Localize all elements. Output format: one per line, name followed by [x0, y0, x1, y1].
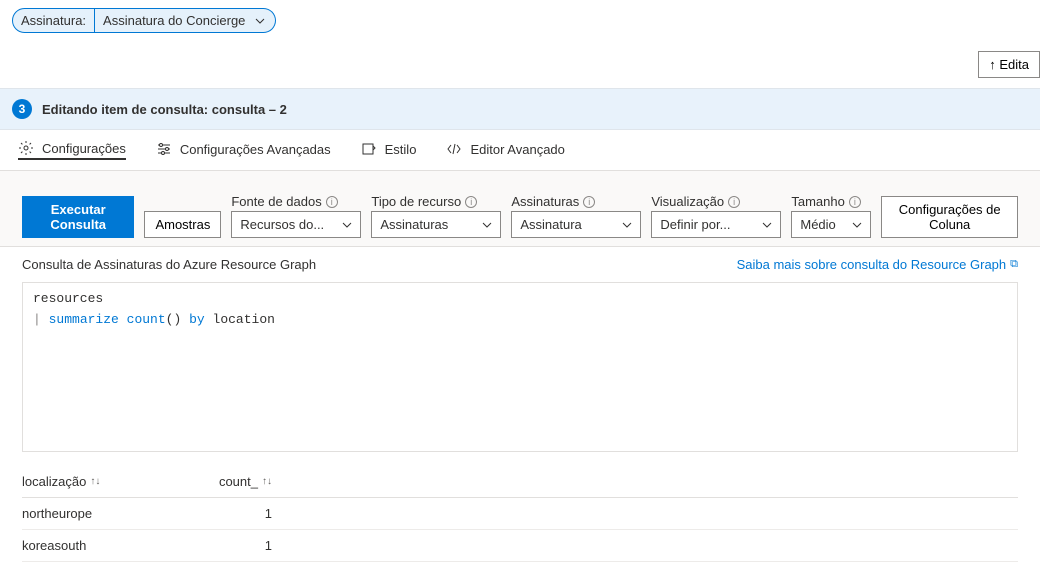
samples-button[interactable]: Amostras	[144, 211, 221, 238]
step-number-badge: 3	[12, 99, 32, 119]
query-description: Consulta de Assinaturas do Azure Resourc…	[22, 257, 316, 272]
cell-count: 1	[192, 538, 272, 553]
code-icon	[446, 141, 462, 157]
cell-location: northeurope	[22, 506, 192, 521]
visualization-label: Visualização i	[651, 194, 781, 209]
table-row[interactable]: northeurope 1	[22, 498, 1018, 530]
chevron-down-icon	[622, 222, 632, 228]
resource-type-value: Assinaturas	[380, 217, 448, 232]
size-select[interactable]: Médio	[791, 211, 871, 238]
subscription-label: Assinatura:	[12, 8, 95, 33]
tab-advanced-editor[interactable]: Editor Avançado	[446, 140, 564, 160]
chevron-down-icon	[342, 222, 352, 228]
datasource-label: Fonte de dados i	[231, 194, 361, 209]
subscriptions-label: Assinaturas i	[511, 194, 641, 209]
tab-settings-label: Configurações	[42, 141, 126, 156]
sort-icon: ↑↓	[262, 476, 272, 487]
info-icon: i	[849, 196, 861, 208]
chevron-down-icon	[255, 18, 265, 24]
edit-button[interactable]: ↑ Edita	[978, 51, 1040, 78]
subscriptions-value: Assinatura	[520, 217, 581, 232]
tab-style-label: Estilo	[385, 142, 417, 157]
column-settings-button[interactable]: Configurações de Coluna	[881, 196, 1018, 238]
run-query-button[interactable]: Executar Consulta	[22, 196, 134, 238]
info-icon: i	[465, 196, 477, 208]
visualization-select[interactable]: Definir por...	[651, 211, 781, 238]
datasource-select[interactable]: Recursos do...	[231, 211, 361, 238]
sliders-icon	[156, 141, 172, 157]
tab-settings[interactable]: Configurações	[18, 140, 126, 160]
datasource-value: Recursos do...	[240, 217, 324, 232]
info-icon: i	[583, 196, 595, 208]
subscription-select[interactable]: Assinatura do Concierge	[95, 8, 276, 33]
chevron-down-icon	[482, 222, 492, 228]
size-label: Tamanho i	[791, 194, 871, 209]
step-header: 3 Editando item de consulta: consulta – …	[0, 88, 1040, 130]
gear-icon	[18, 140, 34, 156]
size-value: Médio	[800, 217, 835, 232]
column-header-location[interactable]: localização ↑↓	[22, 474, 192, 489]
query-editor[interactable]: resources | summarize count() by locatio…	[22, 282, 1018, 452]
sort-icon: ↑↓	[90, 476, 100, 487]
subscriptions-select[interactable]: Assinatura	[511, 211, 641, 238]
resource-type-label: Tipo de recurso i	[371, 194, 501, 209]
step-title: Editando item de consulta: consulta – 2	[42, 102, 287, 117]
chevron-down-icon	[762, 222, 772, 228]
tab-advanced-settings[interactable]: Configurações Avançadas	[156, 140, 331, 160]
learn-more-link[interactable]: Saiba mais sobre consulta do Resource Gr…	[737, 257, 1018, 272]
column-header-count[interactable]: count_↑↓	[192, 474, 272, 489]
tab-advanced-editor-label: Editor Avançado	[470, 142, 564, 157]
cell-count: 1	[192, 506, 272, 521]
info-icon: i	[326, 196, 338, 208]
cell-location: koreasouth	[22, 538, 192, 553]
external-link-icon: ⧉	[1010, 258, 1018, 271]
edit-button-label: ↑ Edita	[989, 57, 1029, 72]
chevron-down-icon	[852, 222, 862, 228]
info-icon: i	[728, 196, 740, 208]
visualization-value: Definir por...	[660, 217, 730, 232]
style-icon	[361, 141, 377, 157]
subscription-value: Assinatura do Concierge	[103, 13, 245, 28]
table-row[interactable]: koreasouth 1	[22, 530, 1018, 562]
tab-advanced-settings-label: Configurações Avançadas	[180, 142, 331, 157]
resource-type-select[interactable]: Assinaturas	[371, 211, 501, 238]
results-table: localização ↑↓ count_↑↓ northeurope 1 ko…	[22, 466, 1018, 562]
tab-style[interactable]: Estilo	[361, 140, 417, 160]
